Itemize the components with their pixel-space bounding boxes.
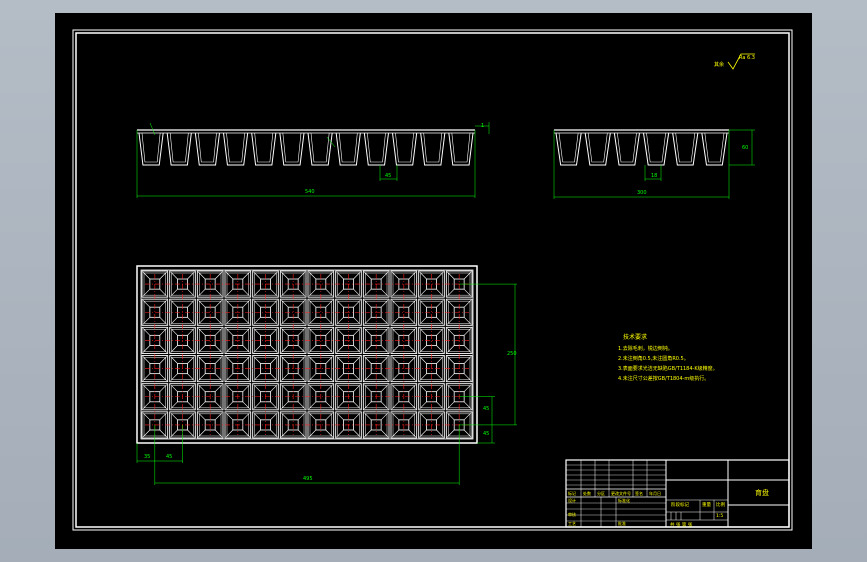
title-block-role-approve: 批准 [618, 520, 626, 526]
tech-note-1: 1.去除毛刺，锐边倒钝。 [618, 345, 673, 352]
side-cavity-inner [617, 132, 637, 163]
engineering-drawing: 其余 Ra 6.3 540 45 1 300 60 18 495 250 35 … [72, 29, 793, 531]
top-height-dim: 250 [507, 351, 517, 357]
side-cavity-inner [646, 132, 666, 163]
tech-note-4: 4.未注尺寸公差按GB/T1804-m级执行。 [618, 375, 709, 382]
side-view [553, 129, 755, 199]
title-block: 育盘 阶段标记 重量 比例 1:5 共 张 第 张 标记 处数 分区 更改文件号… [565, 459, 790, 528]
cad-viewport: 其余 Ra 6.3 540 45 1 300 60 18 495 250 35 … [55, 13, 812, 549]
tech-note-2: 2.未注倒角0.5,未注圆角R0.5。 [618, 355, 689, 362]
top-view [136, 265, 517, 485]
top-margin-bottom-dim: 45 [483, 431, 489, 437]
front-cavity-inner [367, 132, 386, 163]
title-block-label-zone: 分区 [597, 490, 605, 496]
front-cavity-inner [395, 132, 414, 163]
title-block-label-doc: 更改文件号 [611, 490, 631, 496]
title-block-sheet-count: 共 张 第 张 [670, 521, 693, 528]
top-pitch-x-dim: 45 [166, 454, 172, 460]
front-cavity-inner [338, 132, 358, 163]
front-cavity-inner [310, 132, 330, 163]
sheet-outer-border [72, 29, 793, 531]
tech-notes-heading: 技术要求 [623, 333, 647, 341]
top-margin-left-dim: 35 [144, 454, 150, 460]
side-bottom-dim: 18 [651, 173, 657, 179]
title-block-role-process: 工艺 [568, 521, 576, 526]
top-length-dim: 495 [303, 476, 313, 482]
side-cavity-inner [558, 132, 579, 163]
surface-finish-mark: 其余 Ra 6.3 [714, 53, 755, 70]
front-cavity-inner [254, 132, 274, 163]
front-cavity-inner [282, 132, 302, 163]
side-height-dim: 60 [742, 145, 748, 151]
title-block-stage: 阶段标记 [671, 501, 689, 508]
title-block-label-count: 处数 [583, 490, 591, 496]
title-block-scale: 1:5 [716, 513, 723, 519]
title-block-part-name: 育盘 [755, 488, 769, 497]
side-overall-dim: 300 [637, 190, 647, 196]
technical-notes: 技术要求 1.去除毛刺，锐边倒钝。 2.未注倒角0.5,未注圆角R0.5。 3.… [618, 333, 718, 382]
title-block-role-standard: 标准化 [618, 497, 630, 503]
side-cavity-inner [587, 132, 608, 163]
front-cavity-inner [423, 132, 443, 163]
tech-note-3: 3.表面要求光洁无缺陷GB/T1184-K级精度。 [618, 365, 718, 372]
front-view [136, 122, 490, 198]
title-block-ratio: 比例 [716, 501, 725, 508]
front-cavity-inner [198, 132, 217, 163]
front-cavity-inner [226, 132, 245, 163]
front-cavity-inner [169, 132, 189, 163]
side-cavity-inner [675, 132, 696, 163]
sheet-inner-border [75, 32, 790, 528]
surface-finish-prefix: 其余 [714, 61, 724, 68]
title-block-label-sign: 签名 [635, 490, 643, 496]
side-cavity-inner [704, 132, 725, 163]
top-pitch-y-dim: 45 [483, 406, 489, 412]
front-cavity-inner [141, 132, 161, 163]
front-thickness-dim: 1 [481, 123, 484, 129]
title-block-role-design: 设计 [568, 497, 576, 503]
front-cavity-inner [451, 132, 471, 163]
front-overall-dim: 540 [305, 189, 315, 195]
front-pitch-dim: 45 [385, 173, 391, 179]
top-outline [136, 265, 478, 444]
title-block-label-date: 年月日 [649, 490, 661, 496]
title-block-label-mark: 标记 [568, 490, 576, 496]
title-block-role-check: 审核 [568, 511, 576, 517]
surface-finish-value: Ra 6.3 [739, 55, 755, 61]
title-block-weight: 重量 [702, 501, 711, 508]
